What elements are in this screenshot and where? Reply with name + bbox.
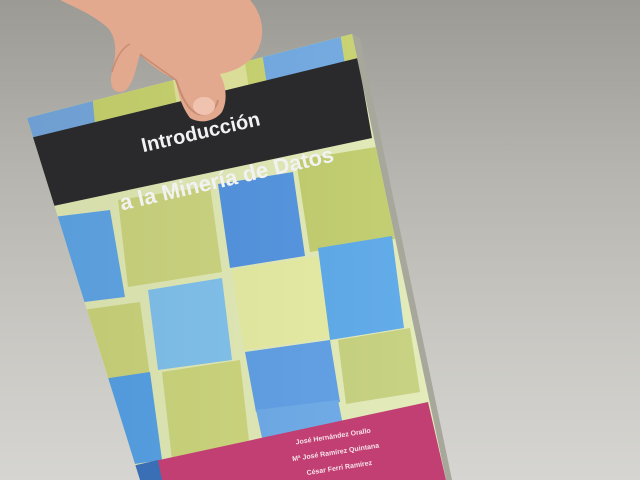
photo-scene: Introducción a la Minería de Datos José … [27,0,452,480]
book: Introducción a la Minería de Datos José … [27,34,452,480]
